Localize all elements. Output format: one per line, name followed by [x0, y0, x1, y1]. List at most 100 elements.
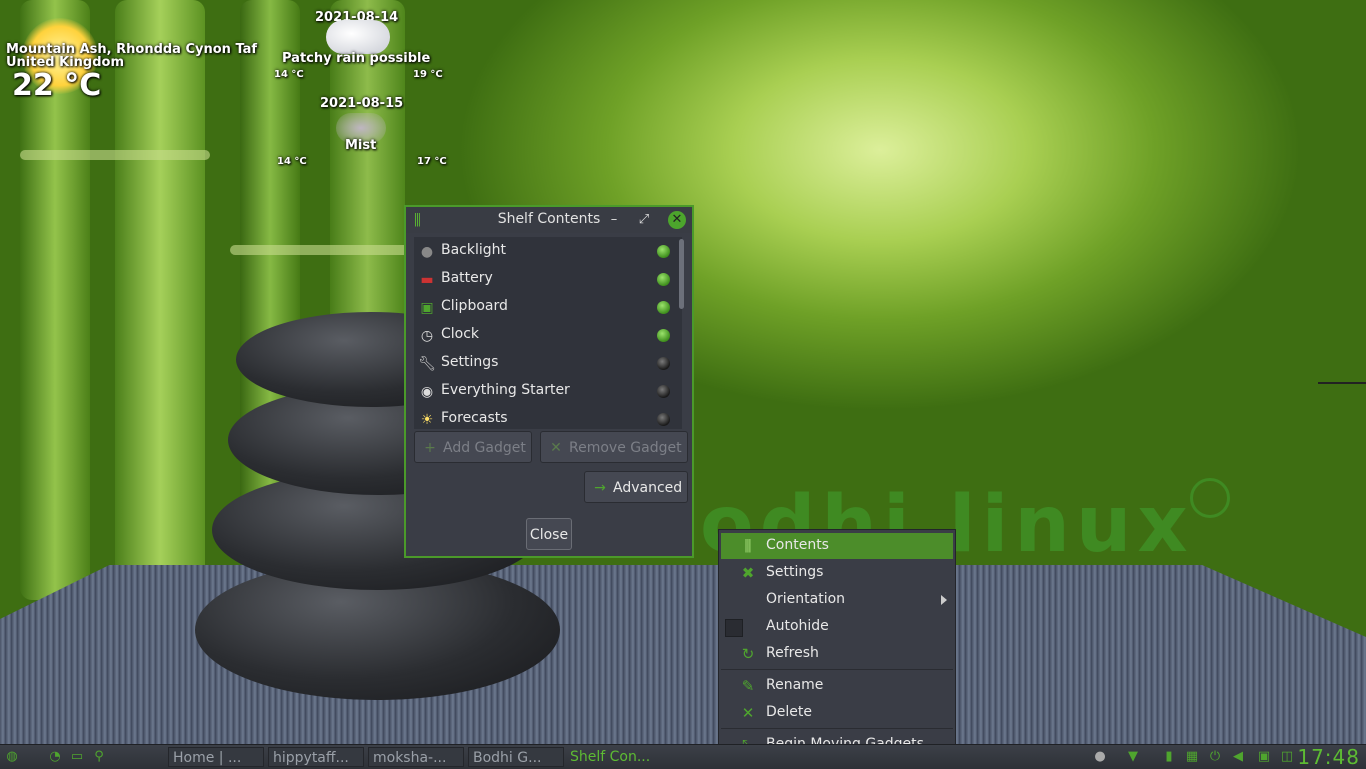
- forecast-date-2: 2021-08-15: [320, 96, 404, 111]
- power-icon[interactable]: ⏻: [1206, 748, 1224, 766]
- forecast-high-1: 19 °C: [413, 69, 443, 80]
- x-icon: ✕: [550, 440, 562, 456]
- gadget-label: Clock: [441, 326, 480, 342]
- menu-separator: [721, 669, 953, 670]
- enabled-indicator-icon[interactable]: [657, 245, 670, 258]
- cpu-icon[interactable]: ▦: [1183, 748, 1201, 766]
- remove-gadget-button[interactable]: ✕ Remove Gadget: [540, 431, 688, 463]
- taskbar-task[interactable]: moksha-...: [368, 747, 464, 767]
- menu-item-settings[interactable]: ✖ Settings: [721, 560, 953, 586]
- menu-item-label: Autohide: [766, 618, 829, 634]
- minimize-button[interactable]: –: [604, 210, 624, 230]
- add-gadget-button[interactable]: + Add Gadget: [414, 431, 532, 463]
- menu-item-rename[interactable]: ✎ Rename: [721, 673, 953, 699]
- close-icon[interactable]: ✕: [668, 211, 686, 229]
- menu-item-label: Settings: [766, 564, 824, 580]
- disabled-indicator-icon[interactable]: [657, 357, 670, 370]
- submenu-arrow-icon: [941, 595, 947, 605]
- taskbar-task[interactable]: Bodhi G...: [468, 747, 564, 767]
- taskbar-task-active[interactable]: Shelf Con...: [570, 747, 666, 767]
- menu-item-autohide[interactable]: Autohide: [721, 614, 953, 640]
- task-label: Shelf Con...: [570, 749, 651, 765]
- menu-item-label: Rename: [766, 677, 824, 693]
- battery-icon: ▬: [420, 272, 434, 288]
- menu-item-label: Refresh: [766, 645, 819, 661]
- menu-item-label: Delete: [766, 704, 812, 720]
- task-label: hippytaff...: [273, 750, 349, 766]
- task-label: Home | ...: [173, 750, 242, 766]
- taskbar-task[interactable]: hippytaff...: [268, 747, 364, 767]
- window-icon[interactable]: ▭: [68, 748, 86, 766]
- rain-cloud-icon: [326, 20, 390, 54]
- menu-item-delete[interactable]: ✕ Delete: [721, 700, 953, 726]
- menu-item-label: Orientation: [766, 591, 846, 607]
- menu-separator: [721, 728, 953, 729]
- forecast-high-2: 17 °C: [417, 156, 447, 167]
- taskbar-shelf: ◍ ◔ ▭ ⚲ Home | ... hippytaff... moksha-.…: [0, 744, 1366, 769]
- volume-icon[interactable]: ◀: [1229, 748, 1247, 766]
- bamboo-knot: [230, 245, 410, 255]
- gadget-label: Clipboard: [441, 298, 508, 314]
- menu-item-label: Contents: [766, 537, 829, 553]
- pin-icon[interactable]: ⚲: [90, 748, 108, 766]
- backlight-icon[interactable]: ●: [1091, 748, 1109, 766]
- add-gadget-label: Add Gadget: [443, 440, 526, 456]
- enabled-indicator-icon[interactable]: [657, 273, 670, 286]
- start-menu-icon[interactable]: ◍: [3, 748, 21, 766]
- gadget-label: Forecasts: [441, 410, 508, 426]
- everything-icon: ◉: [420, 384, 434, 400]
- refresh-icon: ↻: [741, 645, 755, 663]
- sun-icon: ☀: [420, 412, 434, 428]
- bamboo-stalk: [115, 0, 205, 600]
- disabled-indicator-icon[interactable]: [657, 385, 670, 398]
- list-item[interactable]: ● Backlight: [414, 237, 682, 265]
- tools-icon: ✖: [741, 564, 755, 582]
- wifi-icon[interactable]: ▼: [1124, 748, 1142, 766]
- list-item[interactable]: ◉ Everything Starter: [414, 377, 682, 405]
- clipboard-icon[interactable]: ▣: [1255, 748, 1273, 766]
- gadget-label: Battery: [441, 270, 493, 286]
- scrollbar-thumb[interactable]: [679, 239, 684, 309]
- forecast-condition-2: Mist: [345, 138, 377, 153]
- list-item[interactable]: ◷ Clock: [414, 321, 682, 349]
- enabled-indicator-icon[interactable]: [657, 329, 670, 342]
- gadget-label: Backlight: [441, 242, 507, 258]
- gadget-label: Settings: [441, 354, 499, 370]
- gadget-label: Everything Starter: [441, 382, 570, 398]
- x-icon: ✕: [741, 704, 755, 722]
- weather-current-temp: 22 °C: [12, 68, 102, 103]
- clipboard-icon: ▣: [420, 300, 434, 316]
- taskbar-clock[interactable]: 17:48: [1297, 745, 1360, 769]
- disabled-indicator-icon[interactable]: [657, 413, 670, 426]
- menu-item-orientation[interactable]: Orientation: [721, 587, 953, 613]
- task-label: Bodhi G...: [473, 750, 542, 766]
- bamboo-knot: [20, 150, 210, 160]
- enabled-indicator-icon[interactable]: [657, 301, 670, 314]
- autohide-checkbox[interactable]: [725, 619, 743, 637]
- maximize-button[interactable]: ⤢: [634, 210, 654, 230]
- clock-icon: ◷: [420, 328, 434, 344]
- list-scrollbar[interactable]: [676, 237, 686, 429]
- close-button[interactable]: Close: [526, 518, 572, 550]
- shelf-contents-dialog: ⫼ Shelf Contents – ⤢ ✕ ● Backlight ▬ Bat…: [404, 205, 694, 558]
- forecast-condition-1: Patchy rain possible: [282, 51, 431, 66]
- taskbar-task[interactable]: Home | ...: [168, 747, 264, 767]
- list-item[interactable]: ▬ Battery: [414, 265, 682, 293]
- bamboo-mat: [0, 565, 1366, 745]
- list-item[interactable]: 🔧︎ Settings: [414, 349, 682, 377]
- display-icon[interactable]: ◫: [1278, 748, 1296, 766]
- gadget-list[interactable]: ● Backlight ▬ Battery ▣ Clipboard ◷ Cloc…: [414, 237, 682, 429]
- list-item[interactable]: ☀ Forecasts: [414, 405, 682, 429]
- forecast-low-2: 14 °C: [277, 156, 307, 167]
- desktop-line: [1318, 382, 1366, 384]
- wrench-icon: 🔧︎: [418, 356, 436, 372]
- dialog-titlebar[interactable]: ⫼ Shelf Contents – ⤢ ✕: [406, 207, 692, 233]
- menu-item-contents[interactable]: ⫼ Contents: [721, 533, 953, 559]
- menu-item-refresh[interactable]: ↻ Refresh: [721, 641, 953, 667]
- remove-gadget-label: Remove Gadget: [569, 440, 682, 456]
- advanced-button[interactable]: → Advanced: [584, 471, 688, 503]
- battery-icon[interactable]: ▮: [1160, 748, 1178, 766]
- list-item[interactable]: ▣ Clipboard: [414, 293, 682, 321]
- arrow-right-icon: →: [594, 480, 606, 496]
- pager-icon[interactable]: ◔: [46, 748, 64, 766]
